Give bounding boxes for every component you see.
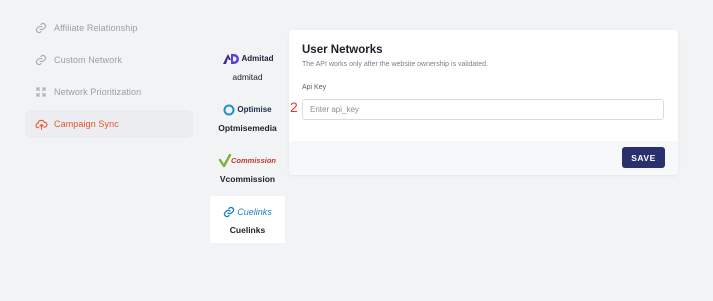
network-name: Cuelinks (229, 225, 266, 235)
api-key-input[interactable] (302, 99, 664, 120)
field-marker: 2 (290, 99, 298, 115)
card-footer: SAVE (289, 141, 678, 175)
user-networks-card: User Networks The API works only after t… (289, 30, 678, 175)
network-item-admitad[interactable]: Admitad admitad (210, 42, 285, 90)
sidebar-item-custom-network[interactable]: Custom Network (25, 46, 193, 74)
vcommission-check-icon (218, 153, 231, 167)
link-icon (34, 21, 48, 35)
card-subtitle: The API works only after the website own… (302, 61, 488, 68)
cloud-upload-icon (34, 117, 48, 131)
network-item-vcommission[interactable]: Commission Vcommission (210, 144, 285, 192)
admitad-logo: Admitad (222, 51, 274, 67)
network-name: admitad (232, 71, 263, 82)
sidebar: Affiliate Relationship Custom Network Ne… (25, 14, 193, 142)
sidebar-item-affiliate-relationship[interactable]: Affiliate Relationship (25, 14, 193, 42)
vcommission-logo: Commission (218, 153, 276, 169)
network-item-cuelinks[interactable]: Cuelinks Cuelinks (210, 196, 285, 243)
card-title: User Networks (302, 44, 383, 56)
sidebar-item-label: Campaign Sync (54, 119, 119, 129)
optimise-ring-icon (223, 104, 235, 115)
cuelinks-logo: Cuelinks (223, 204, 272, 220)
optimise-logo: Optimise (223, 102, 272, 118)
network-list: Admitad admitad Optimise Optmisemedia Co… (210, 42, 285, 246)
network-item-optimise[interactable]: Optimise Optmisemedia (210, 93, 285, 141)
sidebar-item-network-prioritization[interactable]: Network Prioritization (25, 78, 193, 106)
sidebar-item-label: Network Prioritization (54, 87, 142, 97)
sidebar-item-label: Affiliate Relationship (54, 23, 138, 33)
save-button[interactable]: SAVE (622, 147, 665, 168)
link-icon (34, 53, 48, 67)
expand-icon (34, 85, 48, 99)
network-name: Vcommission (219, 173, 276, 184)
sidebar-item-campaign-sync[interactable]: Campaign Sync (25, 110, 193, 138)
admitad-mark-icon (222, 53, 239, 64)
api-key-label: Api Key (302, 84, 327, 91)
network-name: Optmisemedia (218, 122, 277, 133)
sidebar-item-label: Custom Network (54, 55, 122, 65)
cuelinks-link-icon (224, 206, 235, 218)
